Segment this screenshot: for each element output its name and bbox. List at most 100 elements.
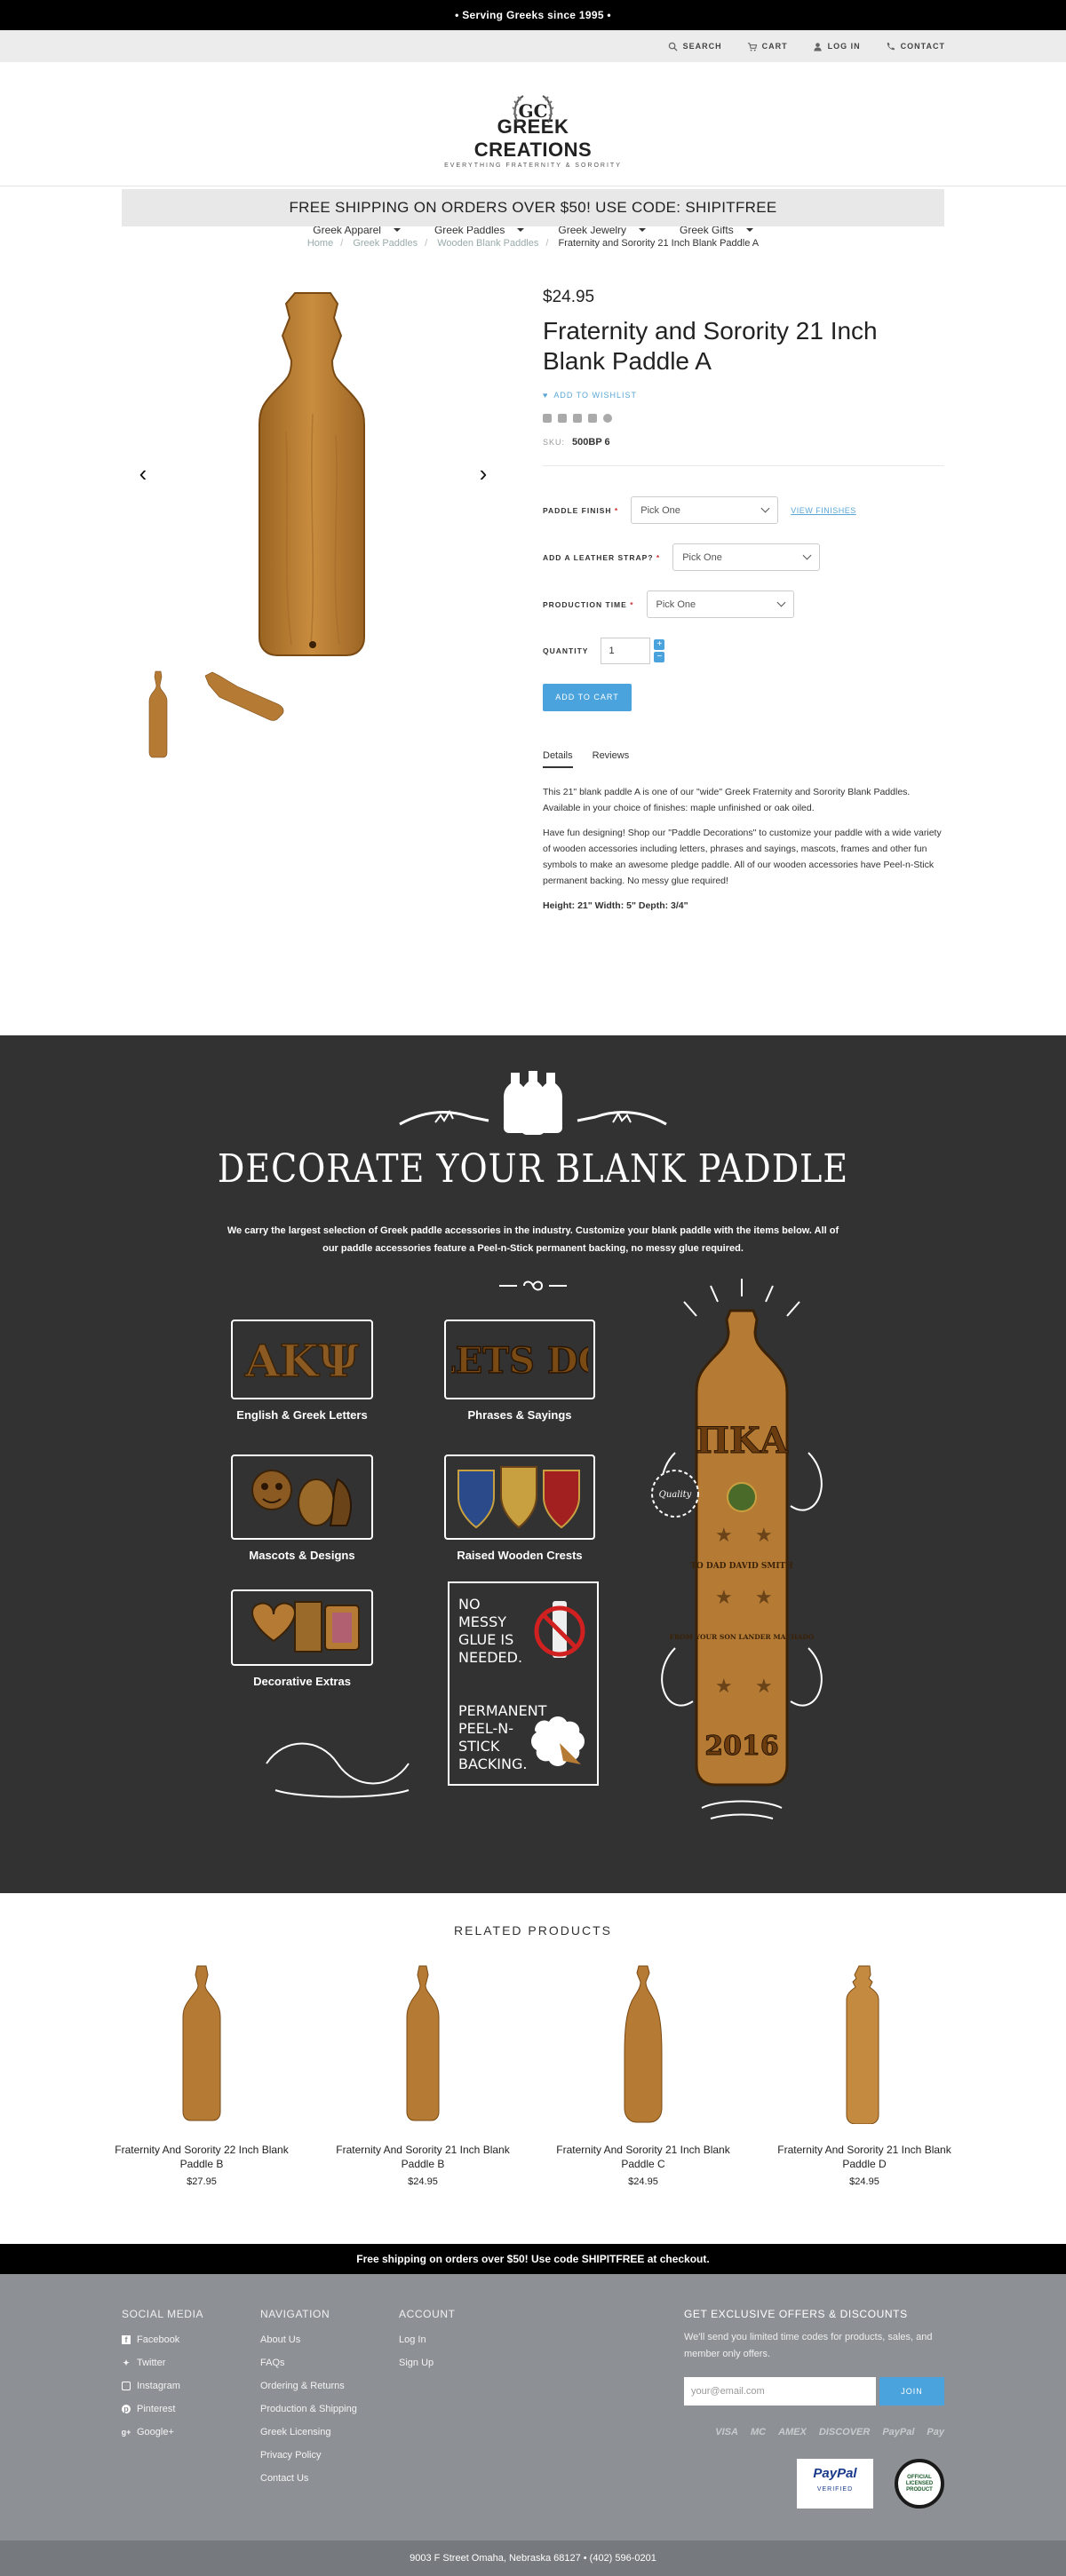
select-value: Pick One xyxy=(656,598,696,610)
add-to-wishlist-link[interactable]: ♥ ADD TO WISHLIST xyxy=(543,391,944,400)
option-production-time: PRODUCTION TIME * Pick One xyxy=(543,590,944,618)
svg-text:Quality: Quality xyxy=(659,1490,692,1500)
chevron-down-icon xyxy=(760,503,770,513)
footer-link-signup[interactable]: Sign Up xyxy=(399,2358,456,2368)
paddle-finish-select[interactable]: Pick One xyxy=(631,496,779,524)
footer-link-faqs[interactable]: FAQs xyxy=(260,2358,357,2368)
payment-icons: VISA MC AMEX DISCOVER PayPal Pay xyxy=(684,2427,944,2437)
gallery-next-button[interactable]: › xyxy=(473,460,494,487)
google-plus-link[interactable]: g+ Google+ xyxy=(122,2427,203,2437)
facebook-icon[interactable] xyxy=(558,414,567,423)
mascots-image xyxy=(231,1454,373,1540)
no-glue-icon xyxy=(534,1601,585,1658)
option-label: ADD A LEATHER STRAP? * xyxy=(543,552,661,562)
search-link[interactable]: SEARCH xyxy=(668,42,722,52)
breadcrumb-greek-paddles[interactable]: Greek Paddles xyxy=(353,238,418,249)
select-value: Pick One xyxy=(640,504,680,516)
site-footer: SOCIAL MEDIA f Facebook ✦ Twitter Instagra… xyxy=(0,2274,1066,2540)
related-product-price: $27.95 xyxy=(187,2176,217,2187)
cart-label: CART xyxy=(761,42,788,51)
chevron-down-icon xyxy=(517,228,525,232)
related-product-card[interactable]: Fraternity And Sorority 22 Inch Blank Pa… xyxy=(113,1964,290,2187)
login-link[interactable]: LOG IN xyxy=(813,42,861,52)
breadcrumb-wooden-blank-paddles[interactable]: Wooden Blank Paddles xyxy=(437,238,538,249)
newsletter-description: We'll send you limited time codes for pr… xyxy=(684,2332,933,2359)
breadcrumb: Home / Greek Paddles / Wooden Blank Paddle… xyxy=(0,238,1066,249)
twitter-icon[interactable] xyxy=(588,414,597,423)
breadcrumb-home[interactable]: Home xyxy=(307,238,333,249)
flourish-ornament xyxy=(266,1742,410,1798)
quantity-increase-button[interactable]: + xyxy=(654,639,665,650)
footer-link-production[interactable]: Production & Shipping xyxy=(260,2404,357,2414)
product-description: This 21" blank paddle A is one of our "w… xyxy=(543,784,944,914)
instagram-link[interactable]: Instagram xyxy=(122,2381,203,2391)
accessory-letters[interactable]: ΑΚΨ English & Greek Letters xyxy=(222,1320,382,1422)
accessory-mascots[interactable]: Mascots & Designs xyxy=(222,1454,382,1562)
leather-strap-select[interactable]: Pick One xyxy=(672,543,821,571)
footer-heading: GET EXCLUSIVE OFFERS & DISCOUNTS xyxy=(684,2308,908,2320)
add-to-cart-button[interactable]: ADD TO CART xyxy=(543,684,632,711)
wishlist-label: ADD TO WISHLIST xyxy=(553,391,638,400)
production-time-select[interactable]: Pick One xyxy=(646,590,794,618)
related-product-card[interactable]: Fraternity And Sorority 21 Inch Blank Pa… xyxy=(554,1964,732,2187)
footer-link-ordering[interactable]: Ordering & Returns xyxy=(260,2381,357,2391)
footer-link-privacy[interactable]: Privacy Policy xyxy=(260,2450,357,2461)
newsletter-email-input[interactable]: your@email.com xyxy=(684,2377,876,2406)
tab-reviews[interactable]: Reviews xyxy=(593,750,630,768)
contact-link[interactable]: CONTACT xyxy=(886,42,945,52)
pinterest-icon[interactable] xyxy=(603,414,612,423)
newsletter-join-button[interactable]: JOIN xyxy=(879,2377,944,2406)
related-product-image xyxy=(624,1965,663,2123)
accessory-label: Phrases & Sayings xyxy=(467,1408,572,1422)
decorated-paddle-image: ΠΚΑ ★ ★ ★ ★ ★ ★ TO DAD DAVID SMITH FROM YOUR … xyxy=(651,1279,823,1819)
option-leather-strap: ADD A LEATHER STRAP? * Pick One xyxy=(543,543,944,571)
accessory-extras[interactable]: Decorative Extras xyxy=(222,1589,382,1688)
product-price: $24.95 xyxy=(543,288,595,306)
chevron-down-icon xyxy=(393,228,401,232)
product-gallery: ‹ › xyxy=(122,284,504,764)
login-label: LOG IN xyxy=(827,42,861,51)
footer-newsletter: GET EXCLUSIVE OFFERS & DISCOUNTS We'll s… xyxy=(684,2308,944,2509)
phrases-image: LETS DO xyxy=(430,1320,609,1399)
footer-link-contact[interactable]: Contact Us xyxy=(260,2473,357,2484)
footer-link-about[interactable]: About Us xyxy=(260,2334,357,2345)
paddles-splash-graphic xyxy=(399,1071,667,1135)
breadcrumb-separator: / xyxy=(425,238,428,249)
related-product-image xyxy=(406,1965,440,2121)
chevron-down-icon xyxy=(776,598,785,607)
related-product-card[interactable]: Fraternity And Sorority 21 Inch Blank Pa… xyxy=(334,1964,512,2187)
google-plus-icon[interactable] xyxy=(543,414,552,423)
accessory-crests[interactable]: Raised Wooden Crests xyxy=(426,1454,613,1562)
chevron-down-icon xyxy=(639,228,647,232)
sku-value: 500BP 6 xyxy=(572,437,610,448)
email-icon[interactable] xyxy=(573,414,582,423)
site-logo[interactable]: GC GREEK CREATIONS EVERYTHING FRATERNITY… xyxy=(444,95,622,169)
breadcrumb-separator: / xyxy=(340,238,344,249)
quantity-input[interactable]: 1 xyxy=(601,638,651,664)
gallery-prev-button[interactable]: ‹ xyxy=(132,460,154,487)
decorate-section: DECORATE YOUR BLANK PADDLE We carry the … xyxy=(0,1035,1066,1893)
tab-details[interactable]: Details xyxy=(543,750,573,768)
footer-link-licensing[interactable]: Greek Licensing xyxy=(260,2427,357,2437)
pinterest-link[interactable]: p Pinterest xyxy=(122,2404,203,2414)
option-quantity: QUANTITY 1 + − xyxy=(543,638,944,664)
thumbnail-front[interactable] xyxy=(147,670,170,759)
phone-icon xyxy=(887,42,895,50)
related-product-card[interactable]: Fraternity And Sorority 21 Inch Blank Pa… xyxy=(776,1964,953,2187)
user-icon xyxy=(814,42,822,52)
footer-link-login[interactable]: Log In xyxy=(399,2334,456,2345)
facebook-link[interactable]: f Facebook xyxy=(122,2334,203,2345)
view-finishes-link[interactable]: VIEW FINISHES xyxy=(791,506,856,515)
accessory-phrases[interactable]: LETS DO Phrases & Sayings xyxy=(426,1320,613,1422)
accessory-label: Decorative Extras xyxy=(253,1675,351,1688)
footer-heading: NAVIGATION xyxy=(260,2308,330,2320)
thumbnail-angle[interactable] xyxy=(202,670,290,724)
footer-social: SOCIAL MEDIA f Facebook ✦ Twitter Instagra… xyxy=(122,2308,203,2450)
cart-link[interactable]: CART xyxy=(747,42,788,52)
quantity-decrease-button[interactable]: − xyxy=(654,652,665,662)
logo-mark: GC xyxy=(512,95,554,123)
related-product-price: $24.95 xyxy=(849,2176,879,2187)
promo-banner: FREE SHIPPING ON ORDERS OVER $50! USE CO… xyxy=(122,189,944,226)
twitter-link[interactable]: ✦ Twitter xyxy=(122,2358,203,2368)
instagram-icon xyxy=(122,2382,131,2390)
